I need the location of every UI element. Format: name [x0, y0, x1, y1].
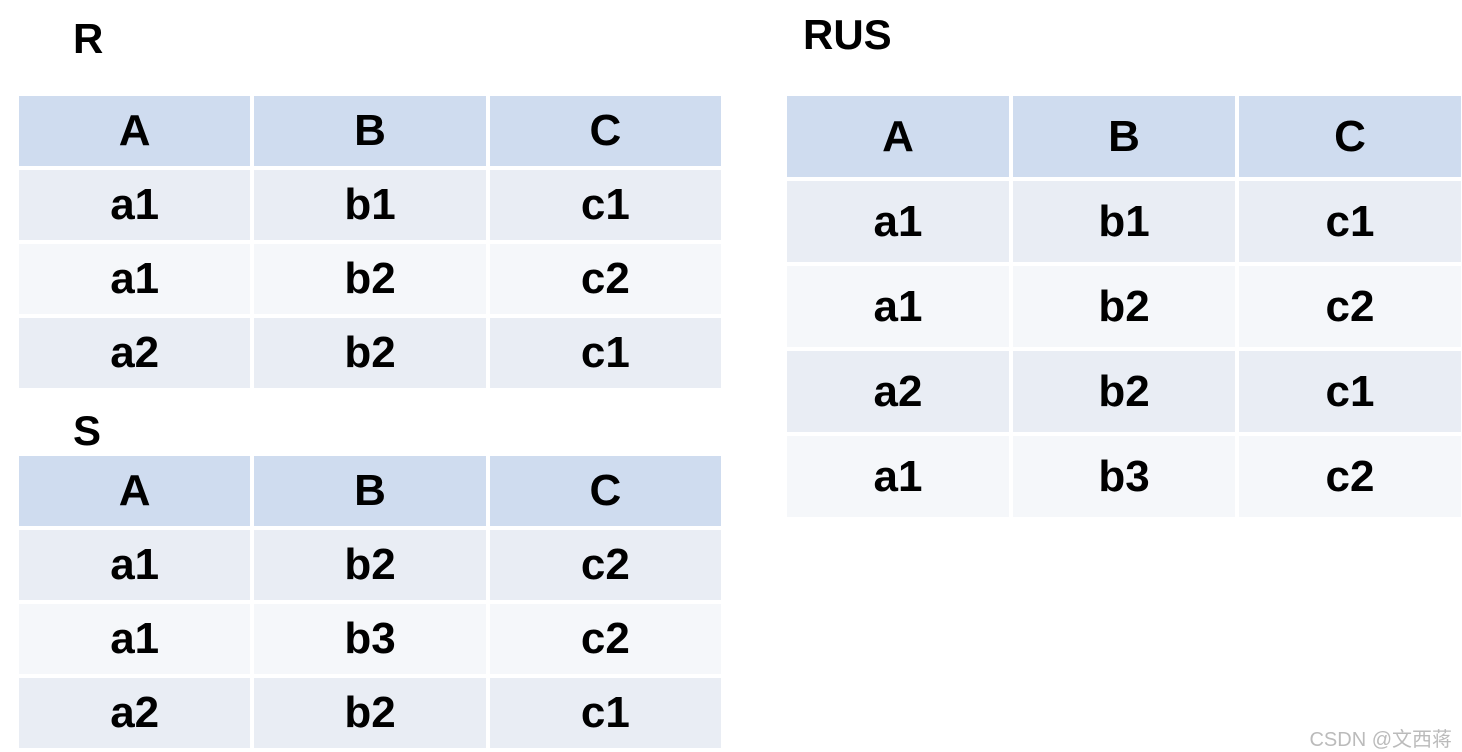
- column-header-a: A: [787, 96, 1009, 177]
- table-cell: c2: [489, 244, 721, 314]
- table-row: a1 b2 c2: [19, 244, 721, 314]
- table-cell: a1: [787, 436, 1009, 517]
- table-cell: a1: [19, 530, 251, 600]
- table-cell: c1: [489, 678, 721, 748]
- table-cell: c1: [1239, 181, 1461, 262]
- table-cell: b2: [254, 678, 486, 748]
- relation-r-table: A B C a1 b1 c1 a1 b2 c2 a2 b2 c1: [15, 92, 725, 392]
- table-cell: c2: [1239, 266, 1461, 347]
- header-row: A B C: [787, 96, 1461, 177]
- table-cell: b3: [1013, 436, 1235, 517]
- table-cell: b2: [1013, 351, 1235, 432]
- table-row: a2 b2 c1: [19, 678, 721, 748]
- header-row: A B C: [19, 96, 721, 166]
- table-row: a1 b1 c1: [19, 170, 721, 240]
- table-cell: a1: [19, 244, 251, 314]
- column-header-a: A: [19, 456, 251, 526]
- table-cell: a1: [19, 604, 251, 674]
- table-row: a1 b1 c1: [787, 181, 1461, 262]
- table-row: a1 b2 c2: [19, 530, 721, 600]
- column-header-b: B: [254, 456, 486, 526]
- table-cell: c1: [489, 170, 721, 240]
- column-header-b: B: [1013, 96, 1235, 177]
- table-cell: a2: [787, 351, 1009, 432]
- table-s-title: S: [73, 407, 102, 454]
- column-header-b: B: [254, 96, 486, 166]
- table-cell: b2: [254, 530, 486, 600]
- table-cell: b2: [1013, 266, 1235, 347]
- table-cell: b2: [254, 244, 486, 314]
- relation-s-table: A B C a1 b2 c2 a1 b3 c2 a2 b2 c1: [15, 452, 725, 752]
- table-cell: b1: [254, 170, 486, 240]
- table-cell: a2: [19, 678, 251, 748]
- table-cell: b2: [254, 318, 486, 388]
- table-cell: a2: [19, 318, 251, 388]
- table-cell: c2: [489, 530, 721, 600]
- watermark: CSDN @文西蒋: [1309, 729, 1452, 751]
- table-rus-title: RUS: [803, 11, 892, 58]
- table-cell: a1: [787, 181, 1009, 262]
- table-row: a1 b3 c2: [19, 604, 721, 674]
- relation-rus-table: A B C a1 b1 c1 a1 b2 c2 a2 b2 c1 a1 b3 c…: [783, 92, 1462, 521]
- table-cell: a1: [787, 266, 1009, 347]
- table-row: a2 b2 c1: [787, 351, 1461, 432]
- table-cell: c2: [489, 604, 721, 674]
- column-header-a: A: [19, 96, 251, 166]
- table-cell: b3: [254, 604, 486, 674]
- table-cell: b1: [1013, 181, 1235, 262]
- table-cell: c1: [1239, 351, 1461, 432]
- table-r-title: R: [73, 15, 104, 62]
- table-cell: c2: [1239, 436, 1461, 517]
- table-row: a2 b2 c1: [19, 318, 721, 388]
- column-header-c: C: [489, 456, 721, 526]
- table-cell: c1: [489, 318, 721, 388]
- column-header-c: C: [1239, 96, 1461, 177]
- table-row: a1 b3 c2: [787, 436, 1461, 517]
- table-row: a1 b2 c2: [787, 266, 1461, 347]
- header-row: A B C: [19, 456, 721, 526]
- column-header-c: C: [489, 96, 721, 166]
- table-cell: a1: [19, 170, 251, 240]
